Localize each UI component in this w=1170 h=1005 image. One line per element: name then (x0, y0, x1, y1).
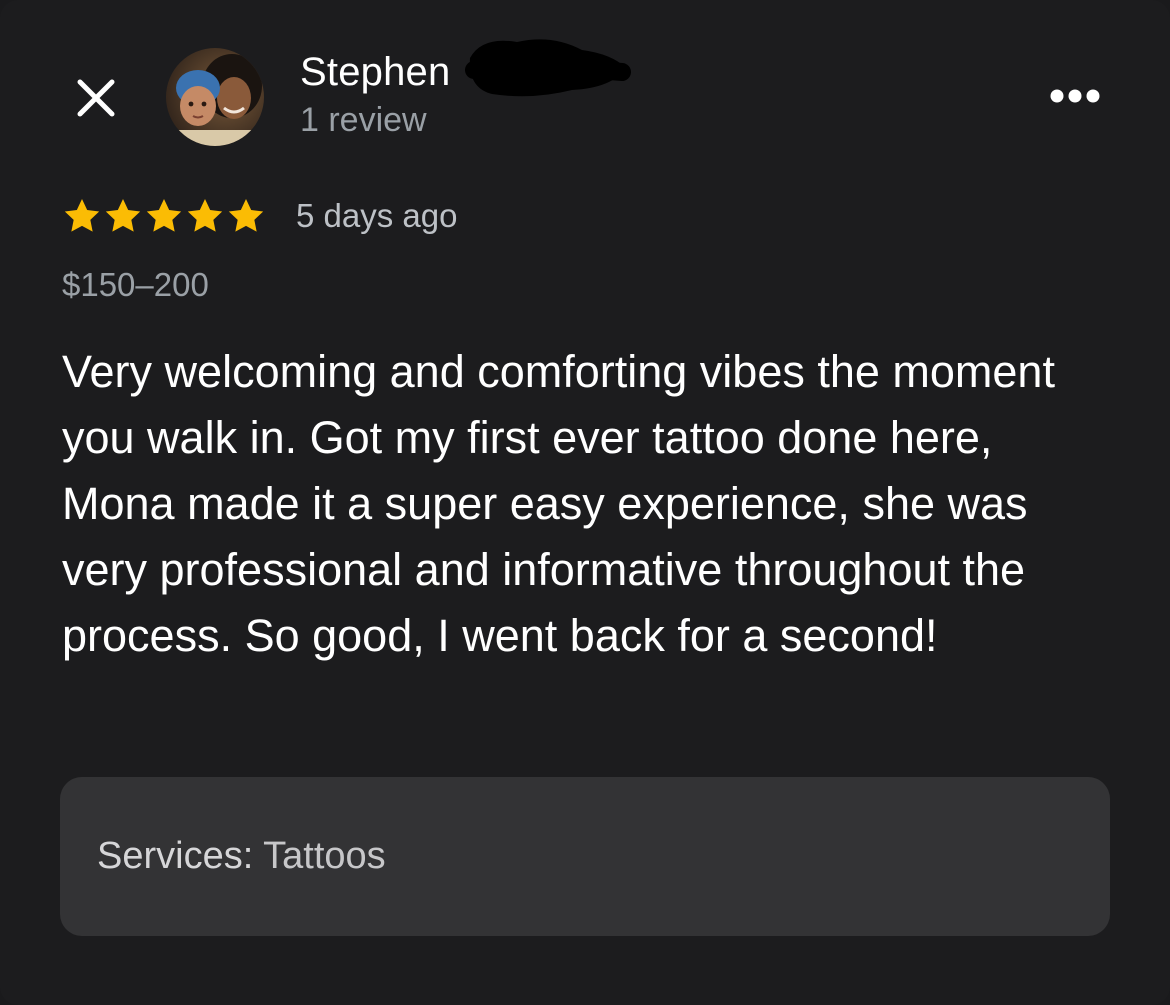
review-card: Stephen 1 review 5 days ago $150–200 Ver… (0, 0, 1170, 1005)
review-count[interactable]: 1 review (300, 101, 427, 140)
more-options-button[interactable] (1042, 76, 1108, 116)
reviewer-name[interactable]: Stephen (300, 50, 450, 95)
services-panel: Services: Tattoos (60, 777, 1110, 936)
avatar[interactable] (166, 48, 264, 146)
review-date: 5 days ago (296, 197, 458, 234)
star-icon (146, 199, 182, 232)
price-range: $150–200 (62, 266, 209, 303)
services-label: Services: (97, 835, 254, 877)
more-horizontal-icon (1050, 89, 1100, 103)
services-line: Services: Tattoos (97, 835, 386, 878)
avatar-photo (166, 48, 264, 146)
services-value: Tattoos (263, 835, 386, 877)
star-icon (64, 199, 100, 232)
star-icon (187, 199, 223, 232)
star-icon (228, 199, 264, 232)
review-body: Very welcoming and comforting vibes the … (62, 346, 1055, 661)
redaction-scribble (465, 39, 631, 97)
star-icon (105, 199, 141, 232)
star-rating (62, 196, 266, 236)
close-button[interactable] (68, 70, 124, 126)
close-icon (77, 79, 115, 117)
